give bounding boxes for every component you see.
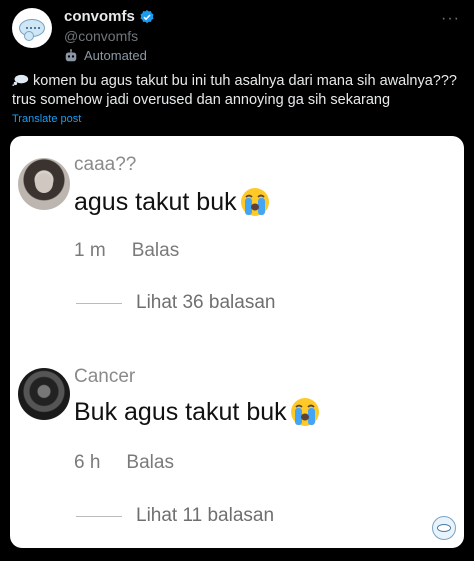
loudly-crying-face-icon <box>240 188 269 216</box>
bot-icon <box>65 48 77 61</box>
commenter-avatar <box>18 368 70 420</box>
comment-text-content: agus takut buk <box>74 187 237 216</box>
post-header: convomfs ··· @convomfs Automated <box>12 6 462 63</box>
author-avatar[interactable] <box>12 8 52 48</box>
divider-line <box>76 515 122 517</box>
view-replies: Lihat 36 balasan <box>76 292 275 314</box>
thought-balloon-icon <box>12 74 29 86</box>
post-media-image[interactable]: caaa?? agus takut buk 1 m Balas Lihat 36 … <box>10 136 464 548</box>
comment-text-content: Buk agus takut buk <box>74 397 287 426</box>
view-replies: Lihat 11 balasan <box>76 505 274 527</box>
verified-badge-icon <box>140 9 154 23</box>
post-text-line-1: komen bu agus takut bu ini tuh asalnya d… <box>12 72 464 91</box>
author-handle[interactable]: @convomfs <box>64 28 138 44</box>
author-display-name[interactable]: convomfs <box>64 8 135 25</box>
automated-label: Automated <box>84 48 147 63</box>
speech-bubble-icon <box>19 19 45 41</box>
post-text-line-2: trus somehow jadi overused dan annoying … <box>12 92 391 108</box>
comment-time: 1 m <box>74 240 106 261</box>
post-text-line-1-text: komen bu agus takut bu ini tuh asalnya d… <box>33 73 457 89</box>
comment-text: agus takut buk <box>74 186 271 218</box>
translate-post-link[interactable]: Translate post <box>12 113 81 125</box>
view-replies-label: Lihat 36 balasan <box>136 292 276 313</box>
comment-username: caaa?? <box>74 154 137 175</box>
author-name-row: convomfs <box>64 8 155 25</box>
loudly-crying-face-icon <box>290 398 319 426</box>
post-text: komen bu agus takut bu ini tuh asalnya d… <box>12 72 464 110</box>
reply-button: Balas <box>131 240 180 261</box>
commenter-avatar <box>18 158 70 210</box>
reply-button: Balas <box>126 452 174 473</box>
comment-username: Cancer <box>74 366 136 387</box>
comment-text: Buk agus takut buk <box>74 396 321 428</box>
comment-meta: 1 m Balas <box>74 240 179 262</box>
comment-time: 6 h <box>74 452 101 473</box>
more-options-icon[interactable]: ··· <box>441 10 460 28</box>
divider-line <box>76 302 122 304</box>
view-replies-label: Lihat 11 balasan <box>136 505 275 526</box>
watermark-logo <box>432 516 456 540</box>
automated-label-row: Automated <box>64 48 147 63</box>
comment-meta: 6 h Balas <box>74 452 174 474</box>
